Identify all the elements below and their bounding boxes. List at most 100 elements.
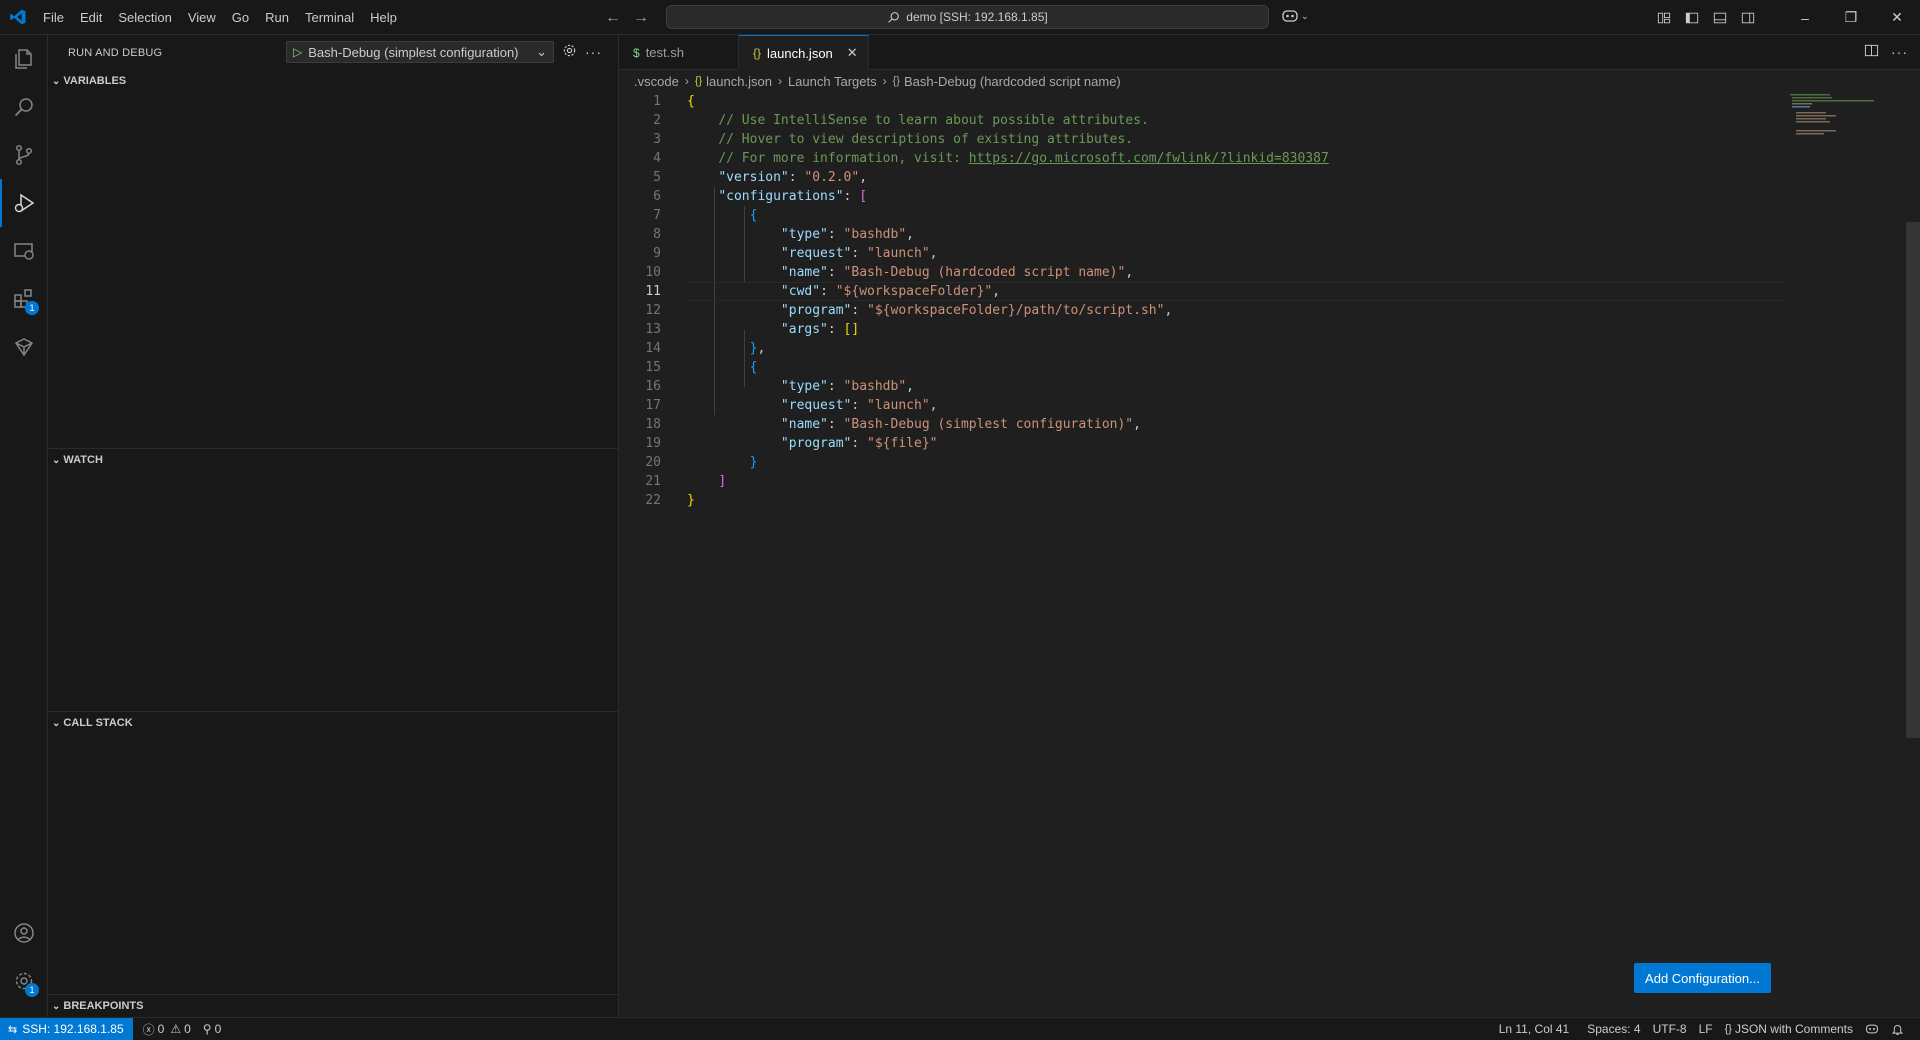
chevron-down-icon: ⌄	[52, 75, 61, 87]
testing-icon[interactable]	[0, 323, 48, 371]
search-icon[interactable]	[0, 83, 48, 131]
ports-indicator[interactable]: ⚲ 0	[197, 1022, 227, 1036]
status-bar: ⇆ SSH: 192.168.1.85 ⓧ 0 ⚠ 0 ⚲ 0 Ln 11, C…	[0, 1017, 1920, 1040]
gear-icon[interactable]	[562, 43, 577, 61]
menu-run[interactable]: Run	[257, 0, 297, 35]
toggle-panel-icon[interactable]	[1706, 0, 1734, 35]
accounts-icon[interactable]	[0, 909, 48, 957]
menu-go[interactable]: Go	[224, 0, 257, 35]
forward-arrow-icon[interactable]: →	[632, 9, 650, 27]
tab-launch-json[interactable]: {} launch.json ✕	[739, 35, 869, 70]
editor-scrollbar[interactable]	[1906, 92, 1920, 1017]
code-editor[interactable]: 1{ 2 // Use IntelliSense to learn about …	[619, 92, 1789, 510]
code-line: 9 "request": "launch",	[653, 246, 938, 261]
menu-selection[interactable]: Selection	[110, 0, 179, 35]
command-center-search[interactable]: demo [SSH: 192.168.1.85]	[666, 5, 1269, 29]
copilot-menu-button[interactable]: ⌄	[1281, 8, 1309, 24]
extensions-icon[interactable]: 1	[0, 275, 48, 323]
variables-section: ⌄ VARIABLES	[48, 70, 618, 92]
menu-help[interactable]: Help	[362, 0, 405, 35]
editor-area: $ test.sh {} launch.json ✕ ··· .vscode ›…	[619, 35, 1920, 1017]
code-line-current: 11 "cwd": "${workspaceFolder}",	[619, 282, 1789, 301]
code-line: 16 "type": "bashdb",	[645, 379, 914, 394]
more-actions-icon[interactable]: ···	[585, 44, 602, 60]
restore-button[interactable]: ❐	[1828, 0, 1874, 35]
code-line: 20 }	[645, 455, 758, 470]
breakpoints-header[interactable]: ⌄ BREAKPOINTS	[48, 995, 618, 1017]
code-line: 12 "program": "${workspaceFolder}/path/t…	[645, 303, 1173, 318]
toggle-primary-sidebar-icon[interactable]	[1678, 0, 1706, 35]
customize-layout-icon[interactable]	[1650, 0, 1678, 35]
menu-edit[interactable]: Edit	[72, 0, 110, 35]
cursor-position[interactable]: Ln 11, Col 41	[1493, 1022, 1576, 1036]
toggle-secondary-sidebar-icon[interactable]	[1734, 0, 1762, 35]
call-stack-section: ⌄ CALL STACK	[48, 711, 618, 734]
breadcrumb-folder[interactable]: .vscode	[634, 74, 679, 89]
settings-gear-icon[interactable]: 1	[0, 957, 48, 1005]
explorer-icon[interactable]	[0, 35, 48, 83]
minimap[interactable]	[1788, 92, 1878, 172]
chevron-down-icon: ⌄	[1301, 10, 1309, 21]
extensions-badge: 1	[25, 301, 39, 315]
fwlink-link[interactable]: https://go.microsoft.com/fwlink/?linkid=…	[969, 151, 1329, 166]
search-icon	[888, 11, 900, 23]
start-debugging-play-icon[interactable]: ▷	[293, 45, 302, 59]
run-and-debug-icon[interactable]	[0, 179, 48, 227]
close-window-button[interactable]: ✕	[1874, 0, 1920, 35]
more-actions-icon[interactable]: ···	[1891, 44, 1908, 60]
source-control-icon[interactable]	[0, 131, 48, 179]
code-line: 10 "name": "Bash-Debug (hardcoded script…	[645, 265, 1134, 280]
chevron-right-icon: ›	[882, 74, 887, 88]
tab-test-sh[interactable]: $ test.sh	[619, 35, 739, 70]
object-symbol-icon: {}	[892, 75, 900, 87]
shell-file-icon: $	[633, 45, 640, 60]
settings-badge: 1	[25, 983, 39, 997]
code-line: 21 ]	[645, 474, 727, 489]
indentation[interactable]: Spaces: 4	[1581, 1022, 1646, 1036]
breakpoints-section: ⌄ BREAKPOINTS	[48, 994, 618, 1017]
language-label: JSON with Comments	[1734, 1022, 1853, 1036]
add-configuration-button[interactable]: Add Configuration...	[1634, 963, 1771, 993]
copilot-status-icon[interactable]	[1859, 1022, 1885, 1036]
breadcrumb-file[interactable]: launch.json	[706, 74, 772, 89]
warning-icon: ⚠	[170, 1022, 182, 1036]
code-line: 14 },	[645, 341, 766, 356]
back-arrow-icon[interactable]: ←	[604, 9, 622, 27]
encoding[interactable]: UTF-8	[1647, 1022, 1693, 1036]
tab-label: test.sh	[645, 45, 684, 60]
code-line: 3 // Hover to view descriptions of exist…	[653, 132, 1134, 147]
remote-icon: ⇆	[8, 1023, 18, 1036]
chevron-right-icon: ›	[777, 74, 782, 88]
debug-configuration-select[interactable]: ▷ Bash-Debug (simplest configuration) ⌄	[286, 41, 554, 63]
menu-terminal[interactable]: Terminal	[297, 0, 362, 35]
code-line: 8 "type": "bashdb",	[653, 227, 914, 242]
breadcrumb-symbol-current[interactable]: Bash-Debug (hardcoded script name)	[904, 74, 1121, 89]
chevron-down-icon: ⌄	[52, 1000, 61, 1012]
close-tab-icon[interactable]: ✕	[847, 45, 858, 61]
end-of-line[interactable]: LF	[1693, 1022, 1719, 1036]
remote-explorer-icon[interactable]	[0, 227, 48, 275]
scrollbar-thumb[interactable]	[1906, 222, 1920, 738]
menu-file[interactable]: File	[35, 0, 72, 35]
menu-view[interactable]: View	[180, 0, 224, 35]
ports-icon: ⚲	[202, 1022, 212, 1036]
code-line: 7 {	[653, 208, 758, 223]
minimize-button[interactable]: –	[1782, 0, 1828, 35]
code-line: 5 "version": "0.2.0",	[653, 170, 868, 185]
language-mode[interactable]: {} JSON with Comments	[1719, 1022, 1859, 1036]
variables-header[interactable]: ⌄ VARIABLES	[48, 70, 618, 92]
vscode-logo-icon	[0, 0, 35, 35]
code-line: 13 "args": []	[645, 322, 860, 337]
split-editor-icon[interactable]	[1864, 43, 1879, 61]
remote-indicator[interactable]: ⇆ SSH: 192.168.1.85	[0, 1018, 133, 1040]
problems-indicator[interactable]: ⓧ 0 ⚠ 0	[137, 1021, 197, 1038]
notifications-bell-icon[interactable]	[1885, 1023, 1910, 1036]
remote-label: SSH: 192.168.1.85	[22, 1022, 124, 1036]
code-line: 15 {	[645, 360, 758, 375]
watch-header[interactable]: ⌄ WATCH	[48, 449, 618, 471]
menu-bar: File Edit Selection View Go Run Terminal…	[35, 0, 405, 35]
code-line: 19 "program": "${file}"	[645, 436, 938, 451]
call-stack-header[interactable]: ⌄ CALL STACK	[48, 712, 618, 734]
debug-configuration-label: Bash-Debug (simplest configuration)	[308, 44, 519, 60]
breadcrumb-symbol[interactable]: Launch Targets	[788, 74, 877, 89]
